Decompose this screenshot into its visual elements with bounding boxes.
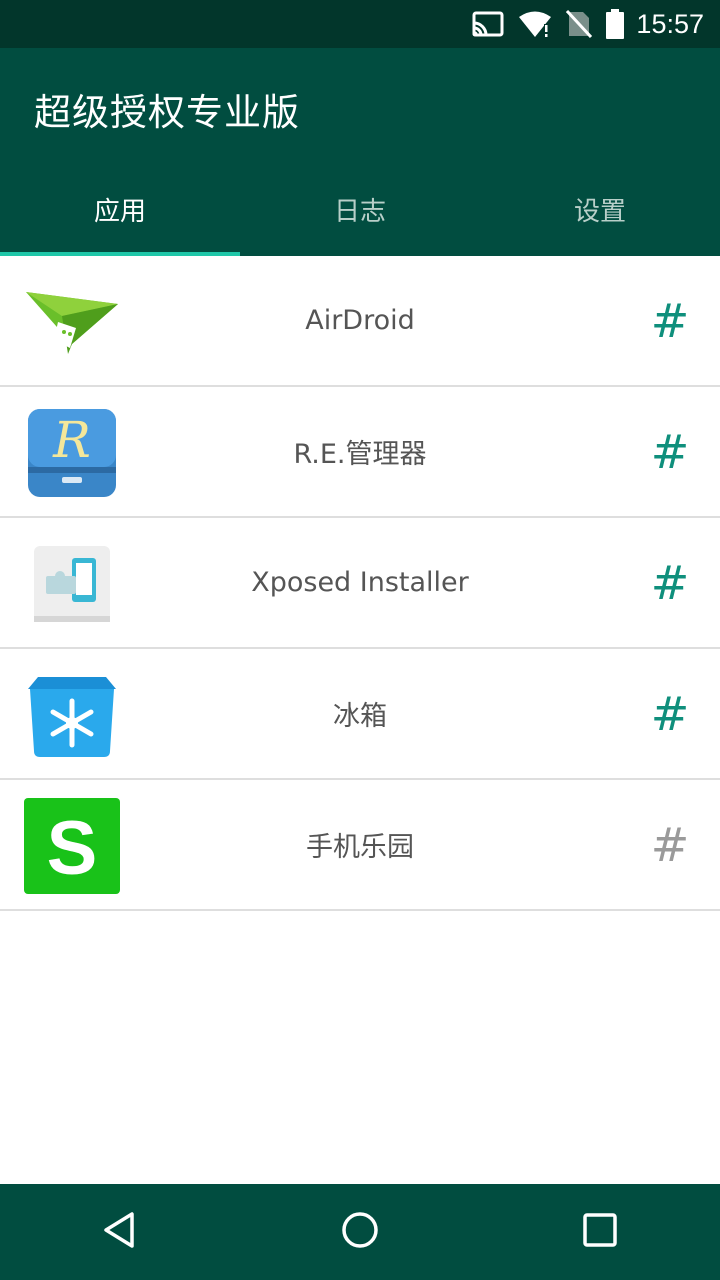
root-toggle[interactable]: # <box>650 649 690 778</box>
svg-text:R: R <box>52 411 91 469</box>
app-name: AirDroid <box>305 305 415 336</box>
app-name: 冰箱 <box>333 701 387 732</box>
back-button[interactable] <box>60 1184 180 1280</box>
app-list: AirDroid # R R.E.管理器 # Xposed Installer … <box>0 256 720 911</box>
tab-label: 设置 <box>573 196 626 227</box>
recents-button[interactable] <box>540 1184 660 1280</box>
tab-label: 日志 <box>333 196 386 227</box>
recents-icon <box>580 1210 620 1254</box>
wifi-icon <box>518 10 552 38</box>
tab-settings[interactable]: 设置 <box>480 162 720 256</box>
root-toggle[interactable]: # <box>650 518 690 647</box>
app-name: 手机乐园 <box>306 832 414 863</box>
svg-text:S: S <box>47 806 98 891</box>
shouji-leyuan-icon: S <box>24 798 120 894</box>
navigation-bar <box>0 1184 720 1280</box>
xposed-icon <box>24 536 120 632</box>
tab-apps[interactable]: 应用 <box>0 162 240 256</box>
list-item[interactable]: S 手机乐园 # <box>0 780 720 911</box>
back-icon <box>100 1210 140 1254</box>
list-item[interactable]: 冰箱 # <box>0 649 720 780</box>
root-toggle[interactable]: # <box>650 387 690 516</box>
clock: 15:57 <box>636 8 704 39</box>
tab-logs[interactable]: 日志 <box>240 162 480 256</box>
tab-label: 应用 <box>93 196 146 227</box>
cast-icon <box>472 11 504 37</box>
list-item[interactable]: Xposed Installer # <box>0 518 720 649</box>
ice-box-icon <box>24 667 120 763</box>
no-sim-icon <box>566 9 593 39</box>
list-item[interactable]: R R.E.管理器 # <box>0 387 720 518</box>
app-name: R.E.管理器 <box>293 439 427 470</box>
re-manager-icon: R <box>24 405 120 501</box>
tab-bar: 应用 日志 设置 <box>0 162 720 256</box>
home-icon <box>340 1210 380 1254</box>
app-bar: 超级授权专业版 应用 日志 设置 <box>0 48 720 256</box>
root-toggle[interactable]: # <box>650 780 690 909</box>
list-item[interactable]: AirDroid # <box>0 256 720 387</box>
root-toggle[interactable]: # <box>650 256 690 385</box>
app-name: Xposed Installer <box>251 567 469 598</box>
status-bar: 15:57 <box>0 0 720 48</box>
home-button[interactable] <box>300 1184 420 1280</box>
airdroid-icon <box>24 274 120 370</box>
page-title: 超级授权专业版 <box>34 91 300 134</box>
battery-icon <box>606 9 625 39</box>
